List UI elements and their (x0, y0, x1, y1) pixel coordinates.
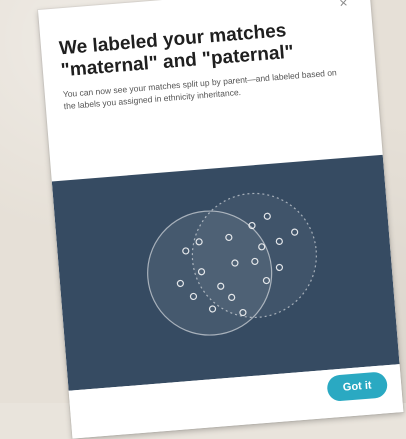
illustration-panel (51, 154, 400, 391)
overlapping-circles-icon (147, 192, 317, 336)
modal-dialog: × We labeled your matches "maternal" and… (38, 0, 404, 439)
close-icon[interactable]: × (336, 0, 351, 11)
got-it-button[interactable]: Got it (326, 371, 389, 402)
